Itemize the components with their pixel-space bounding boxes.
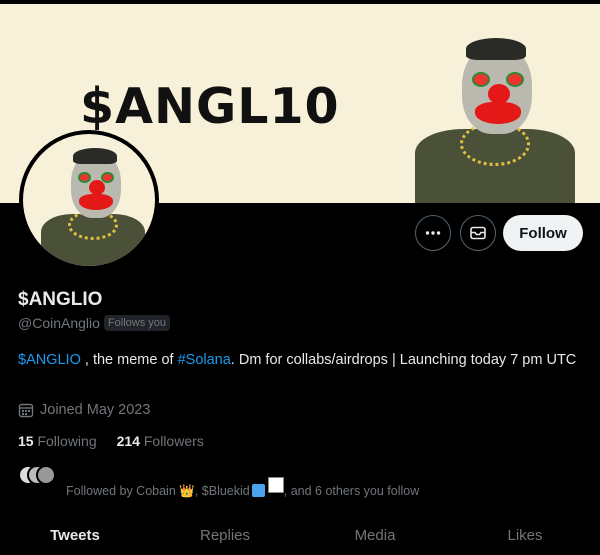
following-count: 15 (18, 433, 34, 449)
joined-date: Joined May 2023 (18, 402, 150, 418)
bio-mention-link[interactable]: $ANGLIO (18, 352, 81, 368)
handle-row: @CoinAnglio Follows you (18, 315, 170, 331)
display-name: $ANGLIO (18, 289, 103, 310)
profile-avatar[interactable] (19, 130, 159, 270)
following-label: Following (37, 433, 97, 449)
profile-tabs: Tweets Replies Media Likes (0, 515, 600, 555)
followed-by-row[interactable]: Followed by Cobain 👑, $Bluekid , and 6 ot… (18, 463, 578, 498)
bio-text-1: , the meme of (80, 352, 178, 368)
profile-bio: $ANGLIO , the meme of #Solana. Dm for co… (18, 350, 583, 371)
banner-character (410, 34, 580, 203)
user-handle: @CoinAnglio (18, 315, 100, 331)
followers-stat[interactable]: 214 Followers (117, 433, 204, 449)
message-button[interactable] (460, 215, 496, 251)
follows-you-badge: Follows you (103, 315, 170, 331)
broken-image-icon (267, 477, 284, 493)
follow-button[interactable]: Follow (503, 215, 583, 251)
followed-by-suffix: , and 6 others you follow (283, 484, 420, 498)
calendar-icon (18, 403, 34, 418)
followed-by-text: Followed by Cobain 👑, $Bluekid , and 6 ot… (66, 477, 419, 499)
tab-media[interactable]: Media (300, 515, 450, 555)
bio-text-2: . Dm for collabs/airdrops | Launching to… (230, 352, 577, 368)
blue-square-emoji (251, 484, 265, 497)
bio-hashtag-link[interactable]: #Solana (178, 352, 231, 368)
avatar-character (33, 144, 153, 266)
banner-brand-text: $ANGL10 (80, 78, 340, 135)
followers-count: 214 (116, 433, 140, 449)
followers-label: Followers (143, 433, 204, 449)
following-stat[interactable]: 15 Following (18, 433, 97, 449)
joined-text: Joined May 2023 (40, 402, 151, 418)
more-button[interactable] (415, 215, 451, 251)
crown-emoji: 👑 (179, 484, 195, 498)
followed-by-prefix: Followed by Cobain (66, 484, 180, 498)
follow-stats: 15 Following 214 Followers (18, 433, 204, 449)
tab-likes[interactable]: Likes (450, 515, 600, 555)
followed-by-middle: , $Bluekid (194, 484, 250, 498)
more-dots-icon (425, 231, 441, 235)
envelope-icon (470, 226, 486, 240)
tab-tweets[interactable]: Tweets (0, 515, 150, 555)
tab-replies[interactable]: Replies (150, 515, 300, 555)
follower-avatar (36, 465, 56, 485)
